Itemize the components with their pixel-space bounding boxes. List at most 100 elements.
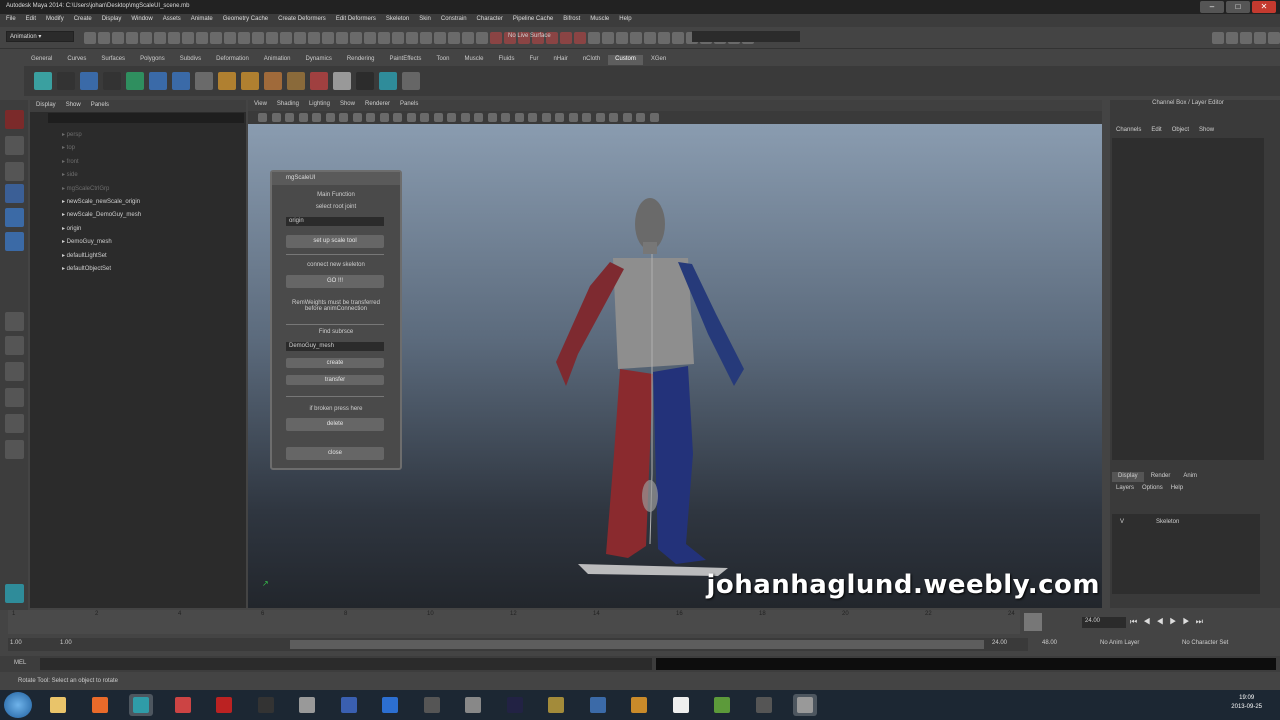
status-tool-icon[interactable] <box>252 32 264 44</box>
shelf-tool-icon[interactable] <box>57 72 75 90</box>
channel-menu-channels[interactable]: Channels <box>1116 127 1141 137</box>
go-button[interactable]: GO !!! <box>286 275 384 288</box>
viewport-menu-panels[interactable]: Panels <box>400 101 418 110</box>
taskbar-app-icon[interactable] <box>752 694 776 716</box>
status-tool-icon[interactable] <box>168 32 180 44</box>
time-slider[interactable]: 1 2 4 6 8 10 12 14 16 18 20 22 24 <box>8 610 1020 634</box>
taskbar-app-icon[interactable] <box>378 694 402 716</box>
status-tool-icon[interactable] <box>322 32 334 44</box>
viewport-tool-icon[interactable] <box>393 113 402 122</box>
status-tool-icon[interactable] <box>588 32 600 44</box>
menu-edit[interactable]: Edit <box>26 16 36 25</box>
shelf-tab-toon[interactable]: Toon <box>429 55 456 65</box>
status-tool-icon[interactable] <box>112 32 124 44</box>
status-tool-icon[interactable] <box>140 32 152 44</box>
panel-toggle-icon[interactable] <box>1254 32 1266 44</box>
outliner-menu-show[interactable]: Show <box>66 102 81 110</box>
viewport-tool-icon[interactable] <box>366 113 375 122</box>
menu-edit-deformers[interactable]: Edit Deformers <box>336 16 376 25</box>
taskbar-app-icon[interactable] <box>171 694 195 716</box>
layer-tab-anim[interactable]: Anim <box>1177 472 1203 482</box>
status-tool-icon[interactable] <box>364 32 376 44</box>
menu-skin[interactable]: Skin <box>419 16 431 25</box>
taskbar-app-icon[interactable] <box>46 694 70 716</box>
status-tool-icon[interactable] <box>154 32 166 44</box>
viewport-tool-icon[interactable] <box>582 113 591 122</box>
shelf-tool-icon[interactable] <box>264 72 282 90</box>
status-tool-icon[interactable] <box>630 32 642 44</box>
viewport-tool-icon[interactable] <box>379 113 389 122</box>
status-tool-icon[interactable] <box>672 32 684 44</box>
menu-animate[interactable]: Animate <box>191 16 213 25</box>
shelf-tab-polygons[interactable]: Polygons <box>133 55 172 65</box>
menu-character[interactable]: Character <box>477 16 503 25</box>
viewport-tool-icon[interactable] <box>460 113 470 122</box>
status-tool-icon[interactable] <box>210 32 222 44</box>
outliner-item[interactable]: ▸ top <box>62 144 75 151</box>
close-button[interactable]: close <box>286 447 384 460</box>
status-tool-icon[interactable] <box>266 32 278 44</box>
status-tool-icon[interactable] <box>476 32 488 44</box>
status-tool-icon[interactable] <box>378 32 390 44</box>
outliner-item[interactable]: ▸ origin <box>62 225 81 232</box>
viewport-tool-icon[interactable] <box>298 113 308 122</box>
menu-create[interactable]: Create <box>74 16 92 25</box>
rotate-tool-icon[interactable] <box>5 208 24 227</box>
python-icon[interactable] <box>5 584 24 603</box>
layout-persp-icon[interactable] <box>5 414 24 433</box>
shelf-tab-nhair[interactable]: nHair <box>546 55 574 65</box>
layer-menu-layers[interactable]: Layers <box>1116 485 1134 495</box>
status-tool-icon[interactable] <box>294 32 306 44</box>
menu-help[interactable]: Help <box>619 16 631 25</box>
shelf-tab-rendering[interactable]: Rendering <box>340 55 382 65</box>
layout-outliner-icon[interactable] <box>5 388 24 407</box>
taskbar-app-icon[interactable] <box>129 694 153 716</box>
transfer-button[interactable]: transfer <box>286 375 384 385</box>
shelf-tab-custom[interactable]: Custom <box>608 55 643 65</box>
shelf-tool-icon[interactable] <box>172 72 190 90</box>
layout-graph-icon[interactable] <box>5 440 24 459</box>
status-tool-icon[interactable] <box>308 32 320 44</box>
outliner-item[interactable]: ▸ front <box>62 158 79 165</box>
status-tool-icon[interactable] <box>490 32 502 44</box>
paint-select-icon[interactable] <box>5 162 24 181</box>
menu-geometry-cache[interactable]: Geometry Cache <box>223 16 268 25</box>
outliner-item[interactable]: ▸ mgScaleCtrlGrp <box>62 185 109 192</box>
lasso-tool-icon[interactable] <box>5 136 24 155</box>
viewport-menu-lighting[interactable]: Lighting <box>309 101 330 110</box>
viewport-tool-icon[interactable] <box>636 113 645 122</box>
status-tool-icon[interactable] <box>182 32 194 44</box>
viewport-tool-icon[interactable] <box>285 113 294 122</box>
taskbar-app-icon[interactable] <box>295 694 319 716</box>
shelf-tool-icon[interactable] <box>310 72 328 90</box>
panel-toggle-icon[interactable] <box>1226 32 1238 44</box>
shelf-tool-icon[interactable] <box>287 72 305 90</box>
viewport-menu-shading[interactable]: Shading <box>277 101 299 110</box>
channel-menu-edit[interactable]: Edit <box>1151 127 1161 137</box>
viewport-tool-icon[interactable] <box>447 113 456 122</box>
status-tool-icon[interactable] <box>560 32 572 44</box>
status-tool-icon[interactable] <box>644 32 656 44</box>
layer-menu-help[interactable]: Help <box>1171 485 1183 495</box>
menu-display[interactable]: Display <box>102 16 122 25</box>
setup-scale-button[interactable]: set up scale tool <box>286 235 384 248</box>
viewport-menu-renderer[interactable]: Renderer <box>365 101 390 110</box>
playback-start[interactable]: 1.00 <box>60 640 100 649</box>
viewport-menu-view[interactable]: View <box>254 101 267 110</box>
panel-toggle-icon[interactable] <box>1268 32 1280 44</box>
shelf-tab-curves[interactable]: Curves <box>60 55 93 65</box>
layer-visibility[interactable]: V <box>1120 519 1124 525</box>
viewport-tool-icon[interactable] <box>339 113 348 122</box>
status-tool-icon[interactable] <box>196 32 208 44</box>
playback-end[interactable]: 24.00 <box>992 640 1032 649</box>
outliner-menu-panels[interactable]: Panels <box>91 102 109 110</box>
status-tool-icon[interactable] <box>336 32 348 44</box>
layout-four-icon[interactable] <box>5 336 24 355</box>
delete-button[interactable]: delete <box>286 418 384 431</box>
shelf-tool-icon[interactable] <box>195 72 213 90</box>
viewport-tool-icon[interactable] <box>609 113 618 122</box>
taskbar-app-icon[interactable] <box>88 694 112 716</box>
viewport-tool-icon[interactable] <box>528 113 537 122</box>
maximize-icon[interactable]: □ <box>1226 1 1250 13</box>
viewport-tool-icon[interactable] <box>541 113 551 122</box>
